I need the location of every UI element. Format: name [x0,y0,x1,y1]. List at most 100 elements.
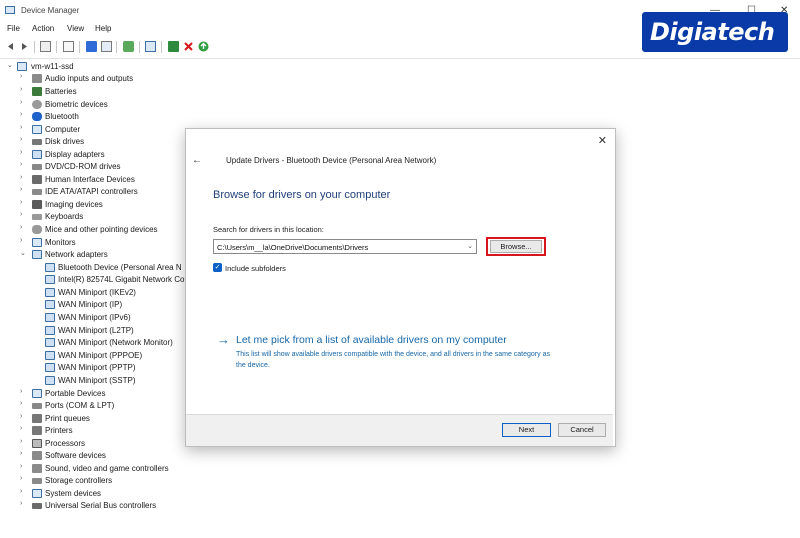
update-drivers-dialog: ✕ ← Update Drivers - Bluetooth Device (P… [185,128,616,447]
browse-button[interactable]: Browse... [490,240,542,253]
chevron-right-icon[interactable]: › [20,413,28,420]
forward-icon[interactable] [19,41,30,52]
chevron-down-icon[interactable]: ⌄ [467,242,473,250]
back-icon[interactable] [5,41,16,52]
chevron-right-icon[interactable]: › [20,425,28,432]
tree-root[interactable]: ⌄ vm-w11-ssd [7,61,207,73]
tree-device[interactable]: Bluetooth Device (Personal Area N [45,262,185,274]
show-hidden-icon[interactable] [63,41,74,52]
tree-category-label: Display adapters [45,150,105,159]
install-legacy-icon[interactable] [198,41,209,52]
chevron-right-icon[interactable]: › [20,99,28,106]
scan-hardware-icon[interactable] [145,41,156,52]
battery-icon [32,87,42,96]
tree-device[interactable]: WAN Miniport (IPv6) [45,312,185,324]
port-icon [32,403,42,409]
chevron-right-icon[interactable]: › [20,450,28,457]
chevron-right-icon[interactable]: › [20,500,28,507]
chevron-right-icon[interactable]: › [20,149,28,156]
chevron-right-icon[interactable]: › [20,463,28,470]
system-device-icon [32,489,42,498]
help-icon[interactable] [86,41,97,52]
include-subfolders-checkbox[interactable]: ✓ [213,263,222,272]
display-adapter-icon [32,150,42,159]
menu-file[interactable]: File [7,24,20,33]
close-icon[interactable]: ✕ [598,134,607,147]
print-queue-icon [32,414,42,423]
driver-path-combobox[interactable]: C:\Users\m__la\OneDrive\Documents\Driver… [213,239,477,254]
tree-device[interactable]: Intel(R) 82574L Gigabit Network Co [45,274,185,286]
uninstall-icon[interactable] [183,41,194,52]
tree-category[interactable]: › System devices [20,488,240,500]
driver-path-value[interactable]: C:\Users\m__la\OneDrive\Documents\Driver… [217,243,368,252]
tree-category-label: IDE ATA/ATAPI controllers [45,187,138,196]
chevron-right-icon[interactable]: › [20,174,28,181]
chevron-right-icon[interactable]: › [20,86,28,93]
tree-category[interactable]: › Software devices [20,450,240,462]
menu-view[interactable]: View [67,24,84,33]
tree-category[interactable]: › Storage controllers [20,475,240,487]
chevron-right-icon[interactable]: › [20,186,28,193]
chevron-right-icon[interactable]: › [20,388,28,395]
next-button[interactable]: Next [502,423,551,437]
tree-device[interactable]: WAN Miniport (Network Monitor) [45,337,185,349]
network-adapter-icon [45,338,55,347]
arrow-right-icon[interactable]: → [217,332,230,347]
tree-category[interactable]: › Biometric devices [20,99,240,111]
chevron-right-icon[interactable]: › [20,400,28,407]
menu-help[interactable]: Help [95,24,111,33]
keyboard-icon [32,214,42,220]
chevron-right-icon[interactable]: › [20,237,28,244]
bluetooth-icon [32,112,42,121]
properties-icon[interactable] [40,41,51,52]
chevron-right-icon[interactable]: › [20,224,28,231]
search-location-label: Search for drivers in this location: [213,225,324,234]
tree-device[interactable]: WAN Miniport (L2TP) [45,325,185,337]
tree-category[interactable]: › Audio inputs and outputs [20,73,240,85]
tree-category[interactable]: › Sound, video and game controllers [20,463,240,475]
update-driver-icon[interactable] [123,41,134,52]
camera-icon [32,200,42,209]
chevron-right-icon[interactable]: › [20,488,28,495]
tree-device[interactable]: WAN Miniport (SSTP) [45,375,185,387]
tree-device[interactable]: WAN Miniport (PPTP) [45,362,185,374]
tree-category-label: Biometric devices [45,100,108,109]
portable-device-icon [32,389,42,398]
toolbar-separator [56,41,57,53]
tree-device-label: WAN Miniport (SSTP) [58,376,136,385]
tree-category-label: Audio inputs and outputs [45,74,134,83]
chevron-right-icon[interactable]: › [20,211,28,218]
disk-drive-icon [32,139,42,145]
tree-category-label: Keyboards [45,212,84,221]
chevron-right-icon[interactable]: › [20,475,28,482]
include-subfolders-label[interactable]: Include subfolders [225,264,286,273]
tree-category[interactable]: › Universal Serial Bus controllers [20,500,240,512]
network-adapter-icon [45,263,55,272]
tree-device[interactable]: WAN Miniport (IKEv2) [45,287,185,299]
menu-action[interactable]: Action [32,24,54,33]
chevron-right-icon[interactable]: › [20,136,28,143]
tree-category[interactable]: › Bluetooth [20,111,240,123]
network-adapter-icon [45,288,55,297]
network-adapter-icon [45,313,55,322]
monitor-icon [32,238,42,247]
chevron-right-icon[interactable]: › [20,73,28,80]
chevron-right-icon[interactable]: › [20,161,28,168]
processor-icon [32,439,42,448]
chevron-right-icon[interactable]: › [20,124,28,131]
chevron-right-icon[interactable]: › [20,111,28,118]
cancel-button[interactable]: Cancel [558,423,606,437]
chevron-down-icon[interactable]: ⌄ [20,249,28,257]
pick-from-list-link[interactable]: Let me pick from a list of available dri… [236,334,507,346]
chevron-right-icon[interactable]: › [20,438,28,445]
view-icon[interactable] [101,41,112,52]
tree-device[interactable]: WAN Miniport (IP) [45,299,185,311]
tree-device[interactable]: WAN Miniport (PPPOE) [45,350,185,362]
computer-icon [32,125,42,134]
mouse-icon [32,225,42,234]
chevron-down-icon[interactable]: ⌄ [7,61,15,69]
chevron-right-icon[interactable]: › [20,199,28,206]
back-arrow-icon[interactable]: ← [192,155,202,166]
enable-device-icon[interactable] [168,41,179,52]
tree-category[interactable]: › Batteries [20,86,240,98]
